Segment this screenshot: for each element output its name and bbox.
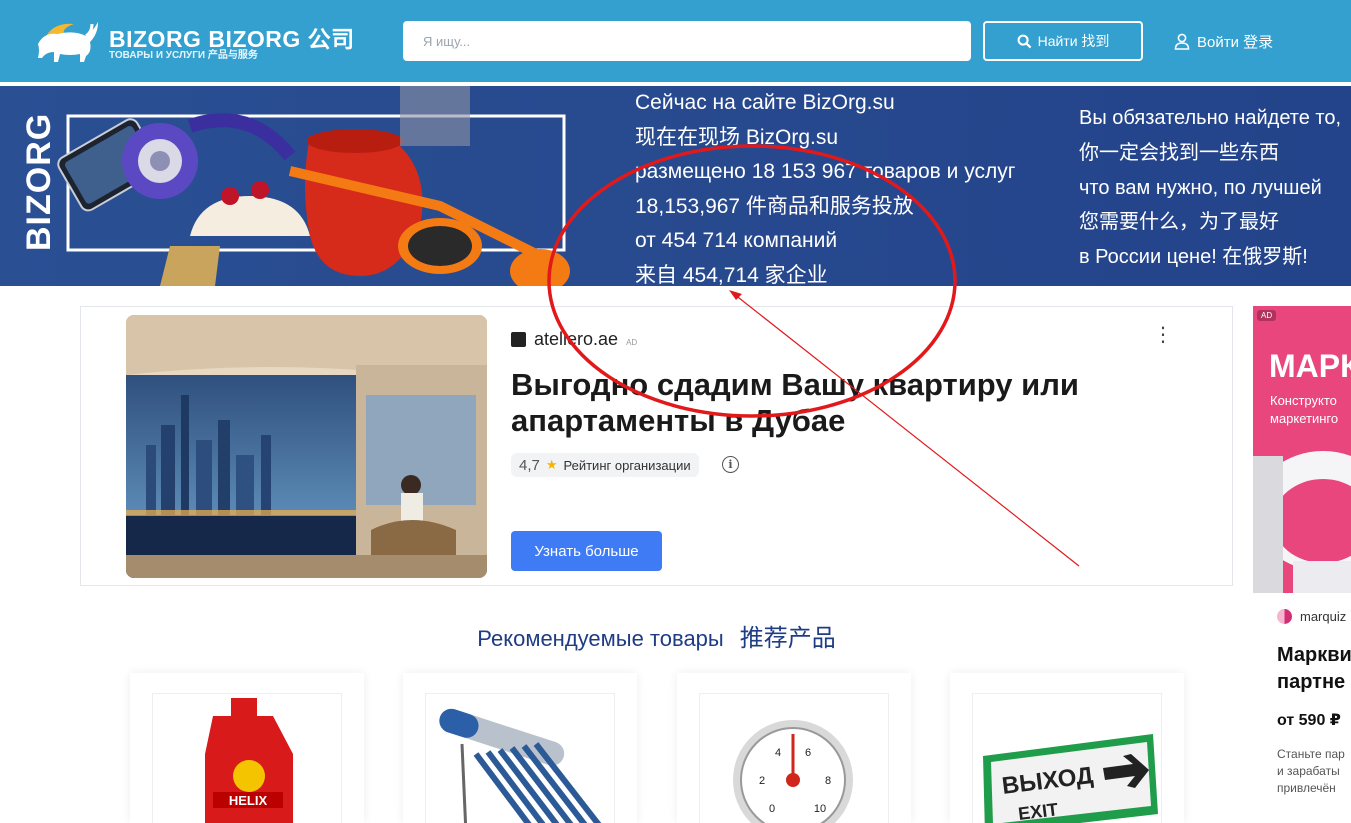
- login-link[interactable]: Войти 登录: [1174, 31, 1273, 52]
- ad-source[interactable]: ateliero.ae AD: [511, 329, 637, 350]
- user-icon: [1174, 33, 1190, 50]
- find-button-label: Найти 找到: [1037, 33, 1110, 49]
- bull-logo-icon: [38, 22, 98, 62]
- right-ad-description: Станьте пар и зарабаты привлечён: [1277, 746, 1345, 797]
- svg-text:0: 0: [769, 803, 775, 815]
- product-card-pressure-gauge[interactable]: 4 6 2 8 0 10: [677, 673, 911, 823]
- product-image[interactable]: 4 6 2 8 0 10: [699, 693, 889, 823]
- recommended-title-zh: 推荐产品: [739, 625, 836, 652]
- logo-subtitle: ТОВАРЫ И УСЛУГИ 产品与服务: [109, 50, 258, 61]
- pressure-gauge-image: 4 6 2 8 0 10: [733, 720, 853, 823]
- search-input[interactable]: [403, 21, 971, 61]
- banner-line: 现在在现场 BizOrg.su: [635, 125, 839, 149]
- svg-text:2: 2: [759, 775, 765, 787]
- motor-oil-bottle-image: HELIX: [205, 698, 293, 823]
- right-ad-subtitle: Конструкто маркетинго: [1270, 392, 1338, 428]
- rating-pill: 4,7 ★ Рейтинг организации: [511, 453, 699, 477]
- advertiser-logo-icon: [511, 332, 526, 347]
- product-card-solar-heater[interactable]: [403, 673, 637, 823]
- rating-value: 4,7: [519, 456, 540, 474]
- svg-text:4: 4: [775, 747, 781, 759]
- more-options-icon[interactable]: ⋮: [1153, 325, 1173, 345]
- svg-text:6: 6: [805, 747, 811, 759]
- banner-line: размещено 18 153 967 товаров и услуг: [635, 160, 1016, 184]
- ad-source-name: ateliero.ae: [534, 329, 619, 349]
- find-button[interactable]: Найти 找到: [983, 21, 1143, 61]
- search-icon: [1017, 34, 1031, 48]
- star-icon: ★: [545, 457, 558, 472]
- banner-vertical-brand: BIZORG: [20, 112, 58, 251]
- product-card-exit-sign[interactable]: ВЫХОД EXIT: [950, 673, 1184, 823]
- ad-headline[interactable]: Выгодно сдадим Вашу квартиру или апартам…: [511, 367, 1131, 439]
- banner-products-illustration: [57, 86, 570, 286]
- svg-text:10: 10: [814, 803, 826, 815]
- learn-more-button[interactable]: Узнать больше: [511, 531, 662, 571]
- right-ad-subtitle-line: маркетинго: [1270, 411, 1339, 426]
- right-ad-desc-line: и зарабаты: [1277, 764, 1340, 778]
- product-image[interactable]: HELIX: [152, 693, 342, 823]
- svg-text:8: 8: [825, 775, 831, 787]
- banner-line: Вы обязательно найдете то,: [1079, 107, 1342, 129]
- banner-line: от 454 714 компаний: [635, 229, 838, 253]
- site-header: BIZORG BIZORG 公司 ТОВАРЫ И УСЛУГИ 产品与服务 Н…: [0, 0, 1351, 82]
- solar-water-heater-image: [439, 708, 602, 823]
- banner-line: 您需要什么，为了最好: [1079, 211, 1279, 234]
- rating-label: Рейтинг организации: [563, 457, 691, 473]
- product-card-motor-oil[interactable]: HELIX: [130, 673, 364, 823]
- banner-line: Сейчас на сайте BizOrg.su: [635, 91, 895, 114]
- banner-line: в России цене! 在俄罗斯!: [1079, 246, 1308, 269]
- exit-sign-label-en: EXIT: [1017, 799, 1059, 823]
- login-label: Войти 登录: [1197, 34, 1274, 51]
- banner-line: 来自 454,714 家企业: [635, 263, 828, 286]
- right-ad-title: МАРК: [1269, 348, 1351, 384]
- right-sidebar-ad[interactable]: AD МАРК Конструкто маркетинго marquiz Ма…: [1253, 306, 1351, 823]
- product-image[interactable]: [425, 693, 615, 823]
- exit-sign-image: ВЫХОД EXIT: [983, 734, 1158, 823]
- dubai-skyline-image: [126, 315, 487, 578]
- right-ad-headline-line: партне: [1277, 671, 1346, 693]
- site-logo[interactable]: BIZORG BIZORG 公司 ТОВАРЫ И УСЛУГИ 产品与服务: [34, 16, 374, 66]
- ad-label: AD: [626, 338, 638, 347]
- right-ad-image[interactable]: AD МАРК Конструкто маркетинго: [1253, 306, 1351, 593]
- product-label: HELIX: [229, 793, 268, 808]
- banner-line: 18,153,967 件商品和服务投放: [635, 194, 914, 218]
- recommended-products-heading: Рекомендуемые товары 推荐产品: [0, 618, 1313, 653]
- product-image[interactable]: ВЫХОД EXIT: [972, 693, 1162, 823]
- banner-line: что вам нужно, по лучшей: [1079, 176, 1322, 199]
- ad-image-dubai-balcony[interactable]: [126, 315, 487, 578]
- right-ad-desc-line: Станьте пар: [1277, 747, 1345, 761]
- right-ad-label: AD: [1257, 310, 1277, 321]
- right-ad-price: от 590 ₽: [1277, 712, 1341, 729]
- red-arrow-head: [729, 290, 742, 300]
- right-ad-subtitle-line: Конструкто: [1270, 393, 1337, 408]
- recommended-title-ru: Рекомендуемые товары: [477, 626, 724, 651]
- info-icon[interactable]: i: [722, 456, 739, 473]
- right-ad-desc-line: привлечён: [1277, 781, 1336, 795]
- promo-banner[interactable]: BIZORG Сейчас на сайте BizOrg.su 现在在现场 B…: [0, 86, 1351, 286]
- banner-stats-text: Сейчас на сайте BizOrg.su 现在在现场 BizOrg.s…: [635, 86, 1015, 286]
- banner-slogan-text: Вы обязательно найдете то, 你一定会找到一些东西 чт…: [1079, 101, 1341, 275]
- banner-line: 你一定会找到一些东西: [1079, 141, 1279, 164]
- sponsored-ad-card[interactable]: ateliero.ae AD ⋮ Выгодно сдадим Вашу ква…: [80, 306, 1233, 586]
